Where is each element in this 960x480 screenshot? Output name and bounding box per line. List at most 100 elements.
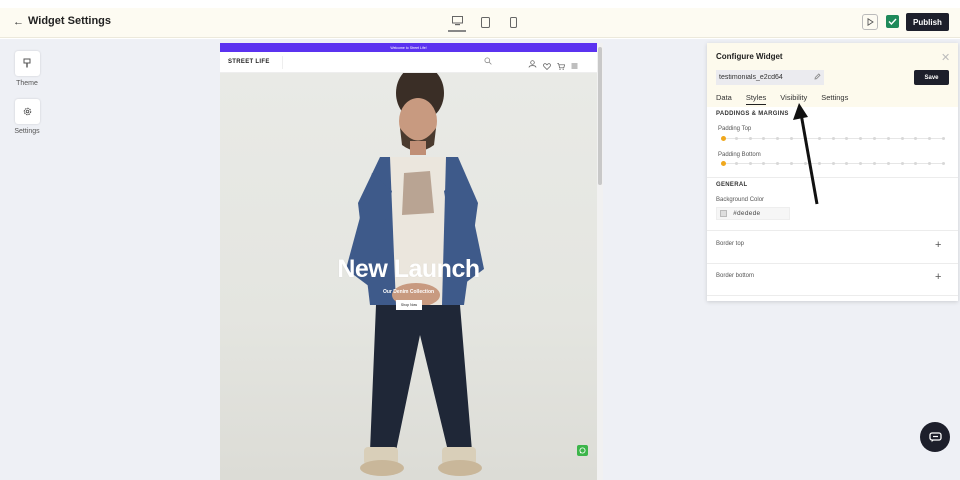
- slider-tick: [942, 137, 945, 140]
- store-search-bar[interactable]: [282, 56, 494, 69]
- store-logo[interactable]: STREET LIFE: [228, 59, 270, 65]
- shop-now-button[interactable]: Shop Now: [396, 300, 422, 310]
- close-icon[interactable]: ✕: [941, 51, 950, 64]
- background-color-field[interactable]: #dedede: [716, 207, 790, 220]
- section-divider: [707, 295, 958, 296]
- preview-play-button[interactable]: [862, 14, 878, 30]
- chat-icon: [928, 431, 942, 442]
- desktop-view-button[interactable]: [448, 12, 466, 32]
- search-icon[interactable]: [484, 57, 492, 65]
- slider-tick: [748, 137, 752, 140]
- tablet-icon: [480, 16, 490, 28]
- section-divider: [707, 230, 958, 231]
- color-swatch[interactable]: [720, 210, 727, 217]
- sidebar-item-label: Settings: [14, 128, 40, 135]
- slider-tick: [776, 162, 780, 165]
- store-navbar: STREET LIFE Sign in: [220, 52, 597, 77]
- preview-scrollbar-thumb[interactable]: [598, 47, 602, 185]
- border-bottom-label: Border bottom: [716, 273, 755, 279]
- preview-scrollbar[interactable]: [597, 43, 603, 480]
- theme-icon-box: [14, 51, 40, 76]
- background-color-value: #dedede: [733, 210, 761, 217]
- autosave-toggle[interactable]: [886, 15, 899, 28]
- back-button[interactable]: ←: [13, 16, 24, 28]
- play-icon: [867, 18, 874, 26]
- heart-icon[interactable]: [543, 62, 552, 70]
- check-icon: [888, 18, 897, 25]
- section-divider: [707, 263, 958, 264]
- slider-tick: [928, 137, 932, 140]
- whatsapp-button[interactable]: [577, 445, 588, 456]
- publish-button[interactable]: Publish: [906, 13, 949, 31]
- slider-tick: [734, 162, 738, 165]
- tab-data[interactable]: Data: [716, 93, 732, 105]
- slider-tick: [928, 162, 932, 165]
- slider-tick: [859, 137, 863, 140]
- slider-tick: [762, 137, 766, 140]
- slider-tick: [886, 162, 890, 165]
- slider-tick: [776, 137, 780, 140]
- annotation-arrow: [793, 103, 819, 205]
- mobile-icon: [509, 16, 517, 28]
- config-header: Configure Widget ✕ Save Data Styles Visi…: [707, 43, 958, 107]
- sidebar-item-label: Theme: [16, 80, 38, 87]
- general-heading: GENERAL: [716, 182, 748, 188]
- slider-tick: [762, 162, 766, 165]
- tablet-view-button[interactable]: [476, 12, 494, 32]
- slider-tick: [831, 137, 835, 140]
- padding-bottom-label: Padding Bottom: [718, 152, 761, 158]
- mobile-view-button[interactable]: [504, 12, 522, 32]
- desktop-icon: [451, 16, 463, 26]
- whatsapp-icon: [579, 447, 586, 454]
- device-switcher: [448, 12, 522, 34]
- settings-icon-box: [14, 99, 40, 124]
- hero-subtitle: Our Denim Collection: [382, 289, 435, 295]
- padding-top-slider[interactable]: [721, 136, 945, 142]
- top-toolbar: ← Widget Settings Publish: [0, 8, 960, 38]
- sidebar-item-theme[interactable]: Theme: [10, 51, 44, 87]
- slider-tick: [831, 162, 835, 165]
- slider-handle[interactable]: [721, 161, 726, 166]
- brush-icon: [23, 58, 31, 68]
- site-preview[interactable]: Welcome to Street Life! STREET LIFE Sign…: [220, 43, 597, 480]
- slider-tick: [872, 162, 876, 165]
- slider-tick: [886, 137, 890, 140]
- hero-title: New Launch: [337, 255, 480, 283]
- slider-handle[interactable]: [721, 136, 726, 141]
- add-border-bottom-icon[interactable]: +: [935, 271, 941, 283]
- configure-widget-panel: Configure Widget ✕ Save Data Styles Visi…: [707, 43, 958, 301]
- slider-tick: [900, 137, 904, 140]
- tab-styles[interactable]: Styles: [745, 93, 767, 105]
- slider-tick: [942, 162, 945, 165]
- save-button[interactable]: Save: [914, 70, 949, 85]
- add-border-top-icon[interactable]: +: [935, 239, 941, 251]
- border-top-label: Border top: [716, 241, 745, 247]
- slider-tick: [748, 162, 752, 165]
- section-divider: [707, 177, 958, 178]
- sidebar-item-settings[interactable]: Settings: [10, 99, 44, 135]
- slider-tick: [900, 162, 904, 165]
- paddings-heading: PADDINGS & MARGINS: [716, 111, 789, 117]
- slider-tick: [872, 137, 876, 140]
- slider-tick: [845, 137, 849, 140]
- padding-top-label: Padding Top: [718, 126, 752, 132]
- slider-tick: [859, 162, 863, 165]
- background-color-label: Background Color: [716, 197, 765, 203]
- padding-bottom-slider[interactable]: [721, 161, 945, 167]
- window-top-strip: [0, 0, 960, 8]
- slider-ticks: [721, 162, 945, 165]
- slider-tick: [845, 162, 849, 165]
- slider-tick: [734, 137, 738, 140]
- announcement-bar: Welcome to Street Life!: [220, 43, 597, 52]
- page-title: Widget Settings: [28, 15, 112, 27]
- pencil-icon[interactable]: [814, 73, 821, 80]
- chat-support-button[interactable]: [920, 422, 950, 452]
- gear-icon: [23, 107, 31, 116]
- hero-banner: New Launch Our Denim Collection Shop Now: [220, 73, 597, 480]
- slider-ticks: [721, 137, 945, 140]
- menu-icon[interactable]: [571, 63, 578, 69]
- slider-tick: [914, 162, 918, 165]
- cart-icon[interactable]: [557, 62, 566, 70]
- slider-tick: [914, 137, 918, 140]
- widget-name-input[interactable]: [716, 70, 824, 85]
